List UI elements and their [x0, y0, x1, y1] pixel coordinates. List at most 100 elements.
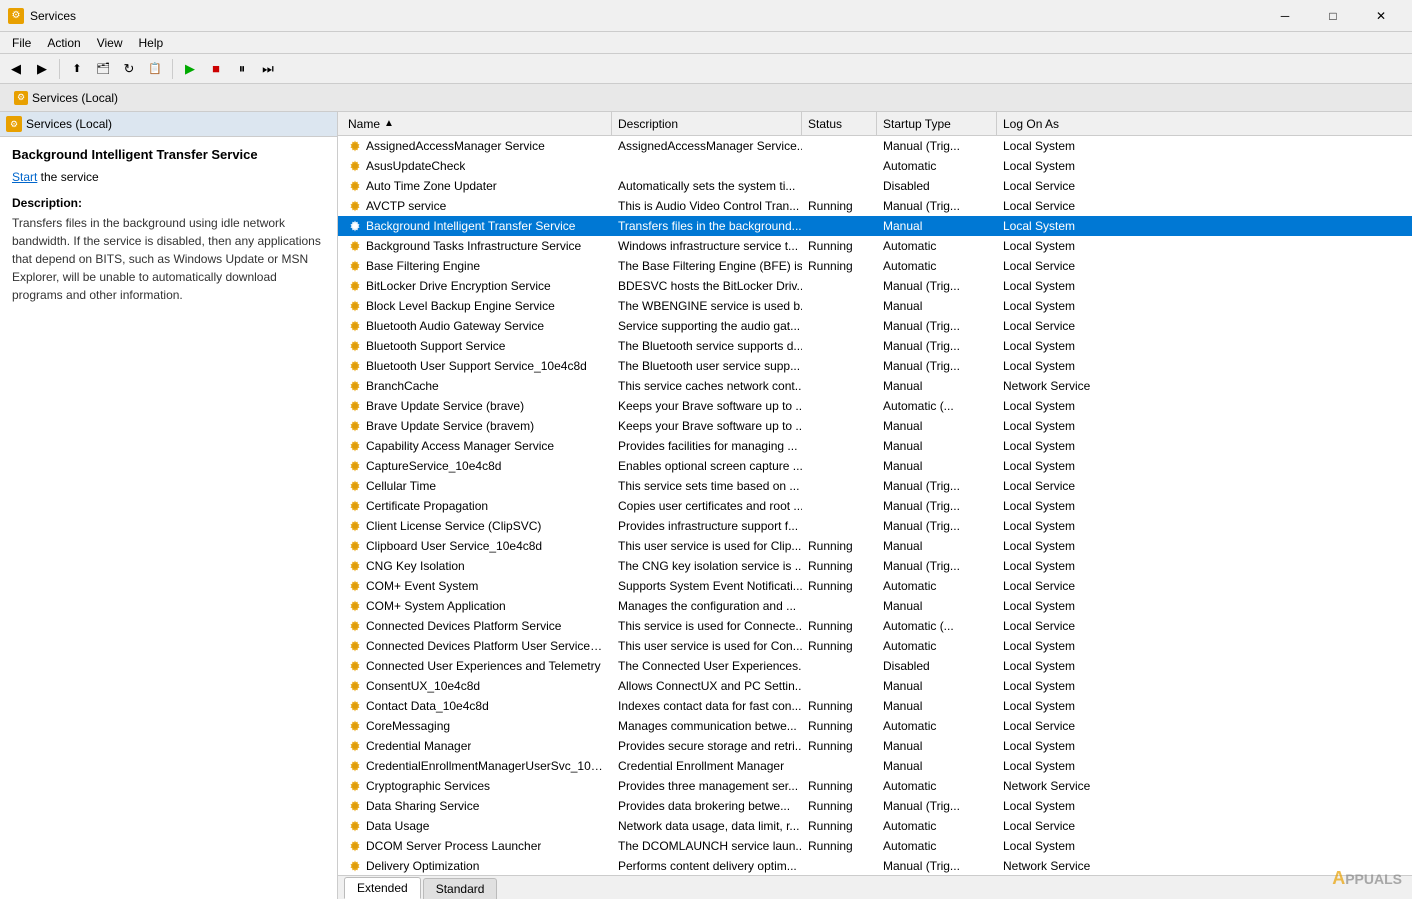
table-row[interactable]: Auto Time Zone UpdaterAutomatically sets… — [338, 176, 1412, 196]
table-row[interactable]: Client License Service (ClipSVC)Provides… — [338, 516, 1412, 536]
service-icon — [348, 419, 362, 433]
table-row[interactable]: BitLocker Drive Encryption ServiceBDESVC… — [338, 276, 1412, 296]
title-bar-left: ⚙ Services — [8, 8, 76, 24]
table-row[interactable]: Delivery OptimizationPerforms content de… — [338, 856, 1412, 875]
table-body[interactable]: AssignedAccessManager ServiceAssignedAcc… — [338, 136, 1412, 875]
menu-view[interactable]: View — [89, 34, 131, 52]
service-status-cell: Running — [802, 196, 877, 215]
minimize-button[interactable]: ─ — [1262, 1, 1308, 31]
service-logon-cell: Local System — [997, 796, 1412, 815]
table-row[interactable]: Connected Devices Platform User Service_… — [338, 636, 1412, 656]
table-row[interactable]: Certificate PropagationCopies user certi… — [338, 496, 1412, 516]
service-name: Block Level Backup Engine Service — [366, 299, 555, 313]
service-name-cell: AsusUpdateCheck — [342, 156, 612, 175]
service-logon-cell: Local System — [997, 836, 1412, 855]
close-button[interactable]: ✕ — [1358, 1, 1404, 31]
table-row[interactable]: Bluetooth Audio Gateway ServiceService s… — [338, 316, 1412, 336]
table-row[interactable]: Credential ManagerProvides secure storag… — [338, 736, 1412, 756]
table-row[interactable]: CoreMessagingManages communication betwe… — [338, 716, 1412, 736]
table-row[interactable]: Connected Devices Platform ServiceThis s… — [338, 616, 1412, 636]
service-status-cell — [802, 456, 877, 475]
toolbar-restart[interactable]: ⏭ — [256, 57, 280, 81]
service-name-cell: Data Usage — [342, 816, 612, 835]
toolbar-stop[interactable]: ■ — [204, 57, 228, 81]
table-row[interactable]: Cellular TimeThis service sets time base… — [338, 476, 1412, 496]
sidebar-start-link[interactable]: Start — [12, 170, 37, 184]
service-logon-cell: Network Service — [997, 376, 1412, 395]
service-startup-cell: Manual — [877, 756, 997, 775]
service-name: Cryptographic Services — [366, 779, 490, 793]
table-row[interactable]: Brave Update Service (brave)Keeps your B… — [338, 396, 1412, 416]
menu-help[interactable]: Help — [131, 34, 172, 52]
service-logon-cell: Local System — [997, 296, 1412, 315]
nav-services-local[interactable]: ⚙ Services (Local) — [6, 88, 126, 108]
service-desc-cell: Windows infrastructure service t... — [612, 236, 802, 255]
table-row[interactable]: Data Sharing ServiceProvides data broker… — [338, 796, 1412, 816]
table-row[interactable]: AssignedAccessManager ServiceAssignedAcc… — [338, 136, 1412, 156]
table-row[interactable]: Background Tasks Infrastructure Service W… — [338, 236, 1412, 256]
table-row[interactable]: Brave Update Service (bravem)Keeps your … — [338, 416, 1412, 436]
service-startup-cell: Automatic — [877, 256, 997, 275]
maximize-button[interactable]: □ — [1310, 1, 1356, 31]
service-status-cell: Running — [802, 696, 877, 715]
col-header-status[interactable]: Status — [802, 112, 877, 135]
toolbar-up[interactable]: ⬆ — [65, 57, 89, 81]
menu-file[interactable]: File — [4, 34, 39, 52]
toolbar-forward[interactable]: ▶ — [30, 57, 54, 81]
table-row[interactable]: CredentialEnrollmentManagerUserSvc_10e4c… — [338, 756, 1412, 776]
table-row[interactable]: CaptureService_10e4c8dEnables optional s… — [338, 456, 1412, 476]
service-icon — [348, 439, 362, 453]
table-row[interactable]: BranchCacheThis service caches network c… — [338, 376, 1412, 396]
service-desc-cell: The Connected User Experiences... — [612, 656, 802, 675]
table-row[interactable]: Connected User Experiences and Telemetry… — [338, 656, 1412, 676]
table-row[interactable]: ConsentUX_10e4c8dAllows ConnectUX and PC… — [338, 676, 1412, 696]
table-row[interactable]: Clipboard User Service_10e4c8dThis user … — [338, 536, 1412, 556]
service-name-cell: Cellular Time — [342, 476, 612, 495]
col-header-desc[interactable]: Description — [612, 112, 802, 135]
toolbar-show-hide[interactable]: 🗂 — [91, 57, 115, 81]
toolbar-back[interactable]: ◀ — [4, 57, 28, 81]
col-header-startup[interactable]: Startup Type — [877, 112, 997, 135]
service-name: AsusUpdateCheck — [366, 159, 465, 173]
service-icon — [348, 579, 362, 593]
table-row[interactable]: Data UsageNetwork data usage, data limit… — [338, 816, 1412, 836]
service-name-cell: Data Sharing Service — [342, 796, 612, 815]
service-startup-cell: Automatic — [877, 776, 997, 795]
service-desc-cell: The Bluetooth user service supp... — [612, 356, 802, 375]
table-row[interactable]: COM+ Event SystemSupports System Event N… — [338, 576, 1412, 596]
tab-extended[interactable]: Extended — [344, 877, 421, 899]
service-startup-cell: Manual (Trig... — [877, 276, 997, 295]
service-startup-cell: Manual — [877, 436, 997, 455]
service-name: Cellular Time — [366, 479, 436, 493]
toolbar-refresh[interactable]: ↻ — [117, 57, 141, 81]
service-name: Background Tasks Infrastructure Service — [366, 239, 581, 253]
service-name-cell: CNG Key Isolation — [342, 556, 612, 575]
col-header-logon[interactable]: Log On As — [997, 112, 1412, 135]
table-row[interactable]: Block Level Backup Engine ServiceThe WBE… — [338, 296, 1412, 316]
table-row[interactable]: Bluetooth Support ServiceThe Bluetooth s… — [338, 336, 1412, 356]
service-status-cell: Running — [802, 536, 877, 555]
service-desc-cell: Credential Enrollment Manager — [612, 756, 802, 775]
col-header-name[interactable]: Name ▲ — [342, 112, 612, 135]
toolbar-pause[interactable]: ⏸ — [230, 57, 254, 81]
table-row[interactable]: Base Filtering EngineThe Base Filtering … — [338, 256, 1412, 276]
table-row[interactable]: AVCTP serviceThis is Audio Video Control… — [338, 196, 1412, 216]
service-name: Connected Devices Platform User Service_… — [366, 639, 606, 653]
service-icon — [348, 799, 362, 813]
table-row[interactable]: Cryptographic ServicesProvides three man… — [338, 776, 1412, 796]
tab-standard[interactable]: Standard — [423, 878, 498, 899]
menu-action[interactable]: Action — [39, 34, 88, 52]
toolbar-play[interactable]: ▶ — [178, 57, 202, 81]
service-status-cell: Running — [802, 576, 877, 595]
service-startup-cell: Manual (Trig... — [877, 196, 997, 215]
table-row[interactable]: COM+ System ApplicationManages the confi… — [338, 596, 1412, 616]
table-row[interactable]: AsusUpdateCheckAutomaticLocal System — [338, 156, 1412, 176]
table-row[interactable]: Contact Data_10e4c8dIndexes contact data… — [338, 696, 1412, 716]
service-status-cell — [802, 396, 877, 415]
table-row[interactable]: Bluetooth User Support Service_10e4c8dTh… — [338, 356, 1412, 376]
table-row[interactable]: Background Intelligent Transfer ServiceT… — [338, 216, 1412, 236]
toolbar-props[interactable]: 📋 — [143, 57, 167, 81]
table-row[interactable]: DCOM Server Process LauncherThe DCOMLAUN… — [338, 836, 1412, 856]
table-row[interactable]: Capability Access Manager ServiceProvide… — [338, 436, 1412, 456]
table-row[interactable]: CNG Key IsolationThe CNG key isolation s… — [338, 556, 1412, 576]
